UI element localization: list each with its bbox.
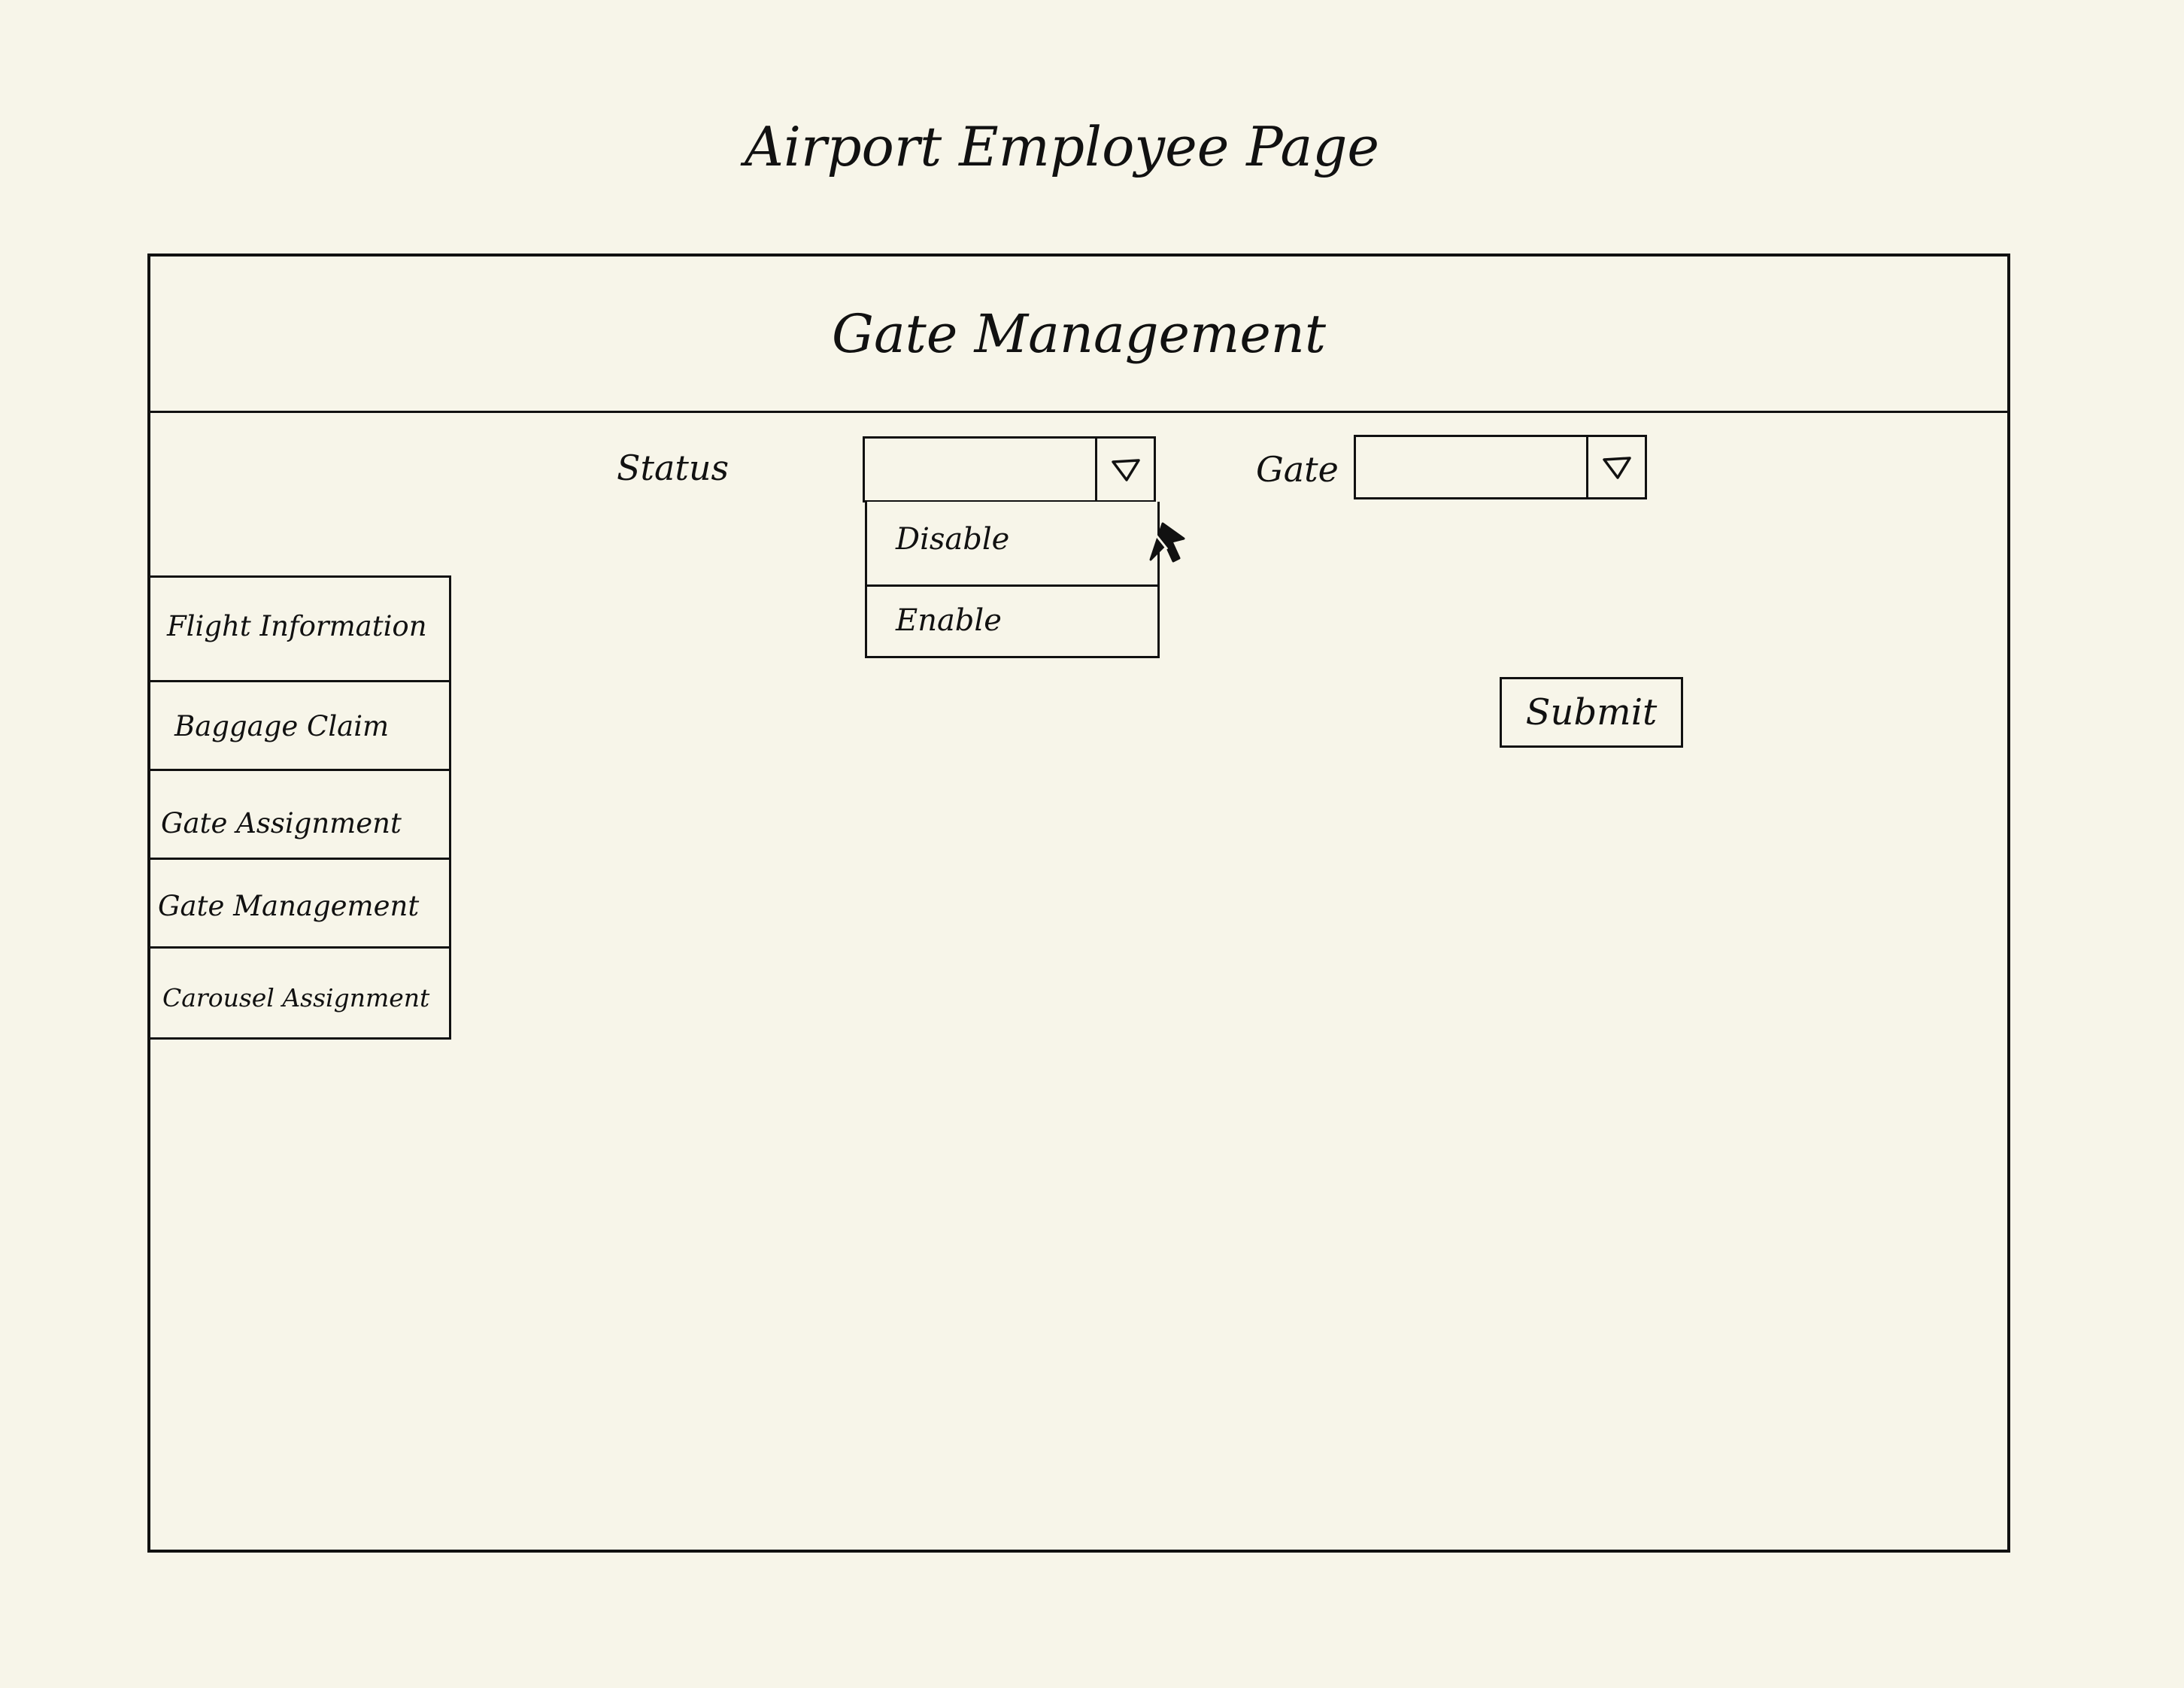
sidebar-item-flight-information[interactable]: Flight Information (150, 575, 451, 682)
panel-header: Gate Management (150, 257, 2007, 413)
chevron-down-icon[interactable] (1095, 439, 1154, 500)
mouse-pointer-icon (1149, 522, 1185, 563)
gate-select[interactable] (1354, 435, 1647, 499)
sidebar-item-baggage-claim[interactable]: Baggage Claim (150, 680, 451, 771)
sidebar-item-gate-management[interactable]: Gate Management (150, 858, 451, 949)
status-label: Status (617, 448, 730, 488)
sidebar-item-gate-assignment[interactable]: Gate Assignment (150, 769, 451, 860)
status-select[interactable] (863, 436, 1156, 502)
page-title: Airport Employee Page (745, 115, 1380, 178)
gate-select-value (1356, 437, 1586, 497)
gate-label: Gate (1256, 449, 1339, 490)
sidebar-nav: Flight Information Baggage Claim Gate As… (150, 575, 451, 1040)
chevron-down-icon[interactable] (1586, 437, 1645, 497)
wireframe-canvas: Airport Employee Page Gate Management St… (0, 0, 2184, 1688)
status-select-value (865, 439, 1095, 500)
sidebar-item-carousel-assignment[interactable]: Carousel Assignment (150, 946, 451, 1040)
submit-button[interactable]: Submit (1500, 677, 1683, 748)
panel-title: Gate Management (832, 303, 1326, 365)
status-dropdown-menu: Disable Enable (865, 502, 1160, 658)
status-option-disable[interactable]: Disable (867, 502, 1157, 584)
status-option-enable[interactable]: Enable (867, 584, 1157, 656)
